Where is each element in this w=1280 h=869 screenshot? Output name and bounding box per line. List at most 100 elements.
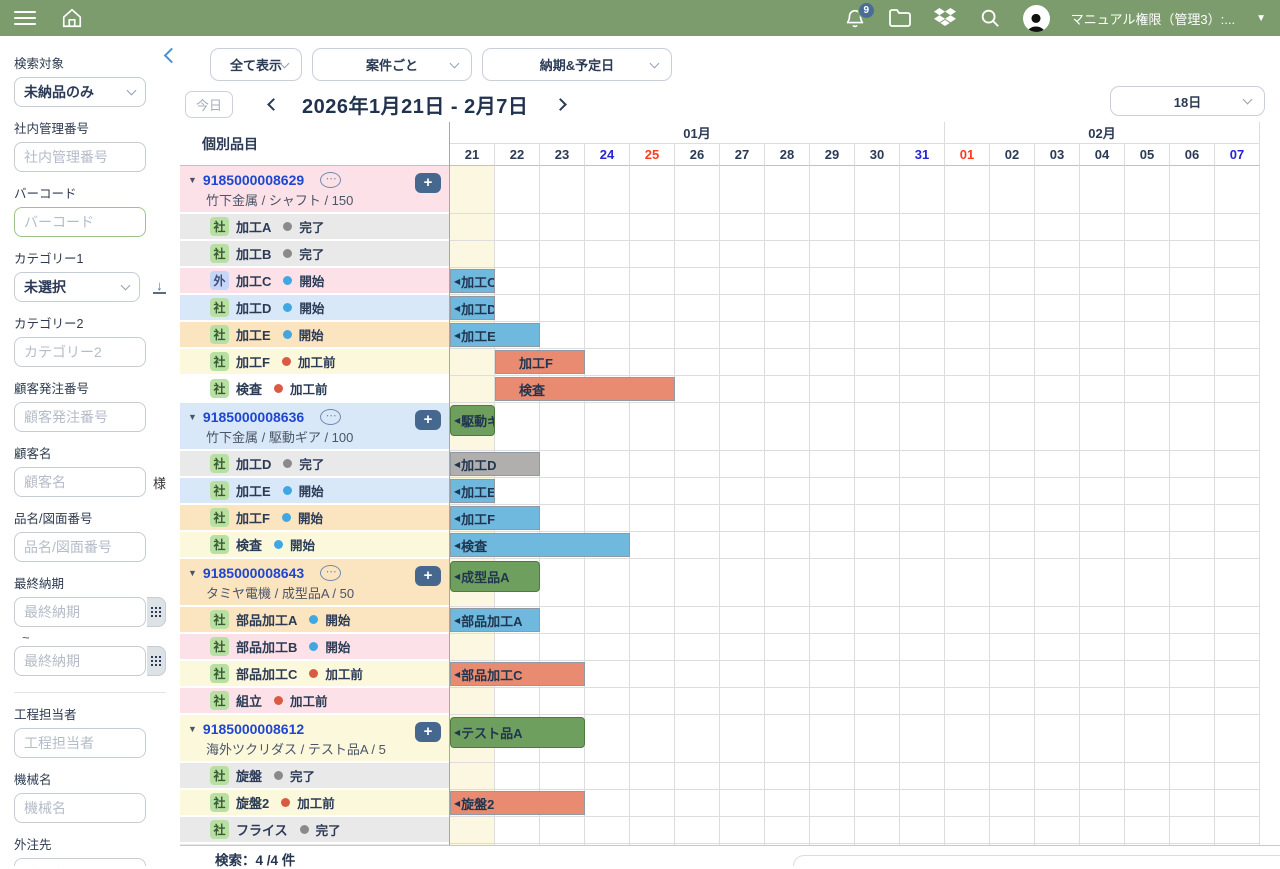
gantt-bar[interactable]: ◀加工D — [450, 452, 540, 476]
deadline-to-calendar-button[interactable] — [147, 646, 166, 676]
display-filter-dropdown[interactable]: 全て表示 — [210, 48, 302, 81]
status-dot — [274, 696, 283, 705]
topbar: 9 マニュアル権限（管理3）:... ▼ — [0, 0, 1280, 36]
grouping-dropdown[interactable]: 案件ごと — [312, 48, 472, 81]
task-status: 加工前 — [290, 691, 328, 710]
category2-input[interactable] — [14, 337, 146, 367]
filter-label: 顧客発注番号 — [14, 378, 166, 397]
order-number-link[interactable]: 9185000008643 — [203, 565, 304, 581]
today-button[interactable]: 今日 — [185, 91, 233, 118]
task-status: 完了 — [299, 244, 324, 263]
location-badge: 社 — [210, 379, 229, 398]
task-name: 検査 — [236, 535, 262, 554]
day-header-cell: 04 — [1080, 144, 1125, 166]
day-header-cell: 26 — [675, 144, 720, 166]
order-number-link[interactable]: 9185000008629 — [203, 172, 304, 188]
filter-label: 顧客名 — [14, 443, 166, 462]
gantt-bar[interactable]: ◀検査 — [450, 533, 630, 557]
barcode-input[interactable] — [14, 207, 146, 237]
bar-label: 加工E — [461, 482, 495, 501]
bar-label: 検査 — [519, 380, 545, 399]
internal-number-input[interactable] — [14, 142, 146, 172]
filter-label: 品名/図面番号 — [14, 508, 166, 527]
add-process-button[interactable]: + — [415, 722, 441, 742]
main-content: 全て表示 案件ごと 納期&予定日 ⚙ 今日 2026年1月21日 - 2月7日 … — [180, 36, 1280, 866]
gantt-bar[interactable]: ◀旋盤2 — [450, 791, 585, 815]
add-process-button[interactable]: + — [415, 173, 441, 193]
comment-icon[interactable]: ⋯ — [320, 172, 341, 188]
gantt-task-row: 社旋盤2加工前 — [180, 790, 449, 817]
download-arrow-icon[interactable]: ↓ — [153, 280, 166, 294]
gantt-task-row: 社加工D完了 — [180, 451, 449, 478]
task-name: 加工A — [236, 217, 271, 236]
user-avatar[interactable] — [1023, 5, 1050, 32]
gantt-bar[interactable]: ◀加工C — [450, 269, 495, 293]
prev-period-icon[interactable] — [267, 98, 280, 111]
customer-name-input[interactable] — [14, 467, 146, 497]
home-icon[interactable] — [60, 6, 84, 30]
day-header-cell: 05 — [1125, 144, 1170, 166]
gantt-bar[interactable]: ◀加工E — [450, 323, 540, 347]
status-dot — [283, 303, 292, 312]
calendar-grid-icon — [151, 656, 154, 659]
task-name: 加工E — [236, 325, 271, 344]
comment-icon[interactable]: ⋯ — [320, 565, 341, 581]
task-name: 加工F — [236, 508, 270, 527]
display-filter-value: 全て表示 — [230, 55, 282, 74]
span-dropdown[interactable]: 18日 — [1110, 86, 1265, 116]
gantt-bar[interactable]: ◀駆動ギア — [450, 405, 495, 436]
machine-name-input[interactable] — [14, 793, 146, 823]
customer-order-number-input[interactable] — [14, 402, 146, 432]
category1-select[interactable]: 未選択 — [14, 272, 140, 302]
gantt-task-row: 社加工B完了 — [180, 241, 449, 268]
user-menu-caret-icon[interactable]: ▼ — [1256, 13, 1266, 24]
dropbox-icon[interactable] — [933, 6, 957, 30]
bar-label: 加工C — [461, 272, 495, 291]
gantt-bar[interactable]: ◀加工E — [450, 479, 495, 503]
comment-icon[interactable]: ⋯ — [320, 409, 341, 425]
task-status: 完了 — [316, 820, 341, 839]
deadline-from-calendar-button[interactable] — [147, 597, 166, 627]
day-header-cell: 29 — [810, 144, 855, 166]
gantt-bar[interactable]: ◀成型品A — [450, 561, 540, 592]
order-number-link[interactable]: 9185000008636 — [203, 409, 304, 425]
month-header-row: 01月02月 — [450, 122, 1260, 144]
add-process-button[interactable]: + — [415, 410, 441, 430]
search-target-select[interactable]: 未納品のみ — [14, 77, 146, 107]
deadline-to-input[interactable] — [14, 646, 146, 676]
notifications-bell-icon[interactable]: 9 — [843, 6, 867, 30]
gantt-bar[interactable]: ◀部品加工C — [450, 662, 585, 686]
subcontractor-input[interactable] — [14, 858, 146, 866]
bar-label: 加工E — [461, 326, 496, 345]
product-name-input[interactable] — [14, 532, 146, 562]
order-number-link[interactable]: 9185000008612 — [203, 721, 304, 737]
task-status: 完了 — [290, 766, 315, 785]
collapse-triangle-icon[interactable]: ▼ — [188, 412, 197, 422]
deadline-from-input[interactable] — [14, 597, 146, 627]
day-header-cell: 23 — [540, 144, 585, 166]
next-period-icon[interactable] — [555, 98, 568, 111]
gantt-bar[interactable]: ◀テスト品A — [450, 717, 585, 748]
gantt-bar[interactable]: 加工F — [495, 350, 585, 374]
status-dot — [282, 513, 291, 522]
collapse-triangle-icon[interactable]: ▼ — [188, 175, 197, 185]
gantt-group-row: ▼9185000008636⋯+竹下金属 / 駆動ギア / 100 — [180, 403, 449, 451]
gantt-task-row: 社加工E開始 — [180, 322, 449, 349]
process-manager-input[interactable] — [14, 728, 146, 758]
day-header-cell: 28 — [765, 144, 810, 166]
date-mode-dropdown[interactable]: 納期&予定日 — [482, 48, 672, 81]
collapse-triangle-icon[interactable]: ▼ — [188, 724, 197, 734]
gantt-bar[interactable]: ◀加工F — [450, 506, 540, 530]
menu-icon[interactable] — [14, 11, 36, 25]
folder-icon[interactable] — [888, 6, 912, 30]
gantt-grid-row — [450, 688, 1260, 715]
task-name: 部品加工B — [236, 637, 297, 656]
add-process-button[interactable]: + — [415, 566, 441, 586]
task-name: 組立 — [236, 691, 262, 710]
today-column-highlight — [450, 817, 494, 843]
gantt-bar[interactable]: 検査 — [495, 377, 675, 401]
search-icon[interactable] — [978, 6, 1002, 30]
gantt-bar[interactable]: ◀部品加工A — [450, 608, 540, 632]
gantt-bar[interactable]: ◀加工D — [450, 296, 495, 320]
collapse-triangle-icon[interactable]: ▼ — [188, 568, 197, 578]
